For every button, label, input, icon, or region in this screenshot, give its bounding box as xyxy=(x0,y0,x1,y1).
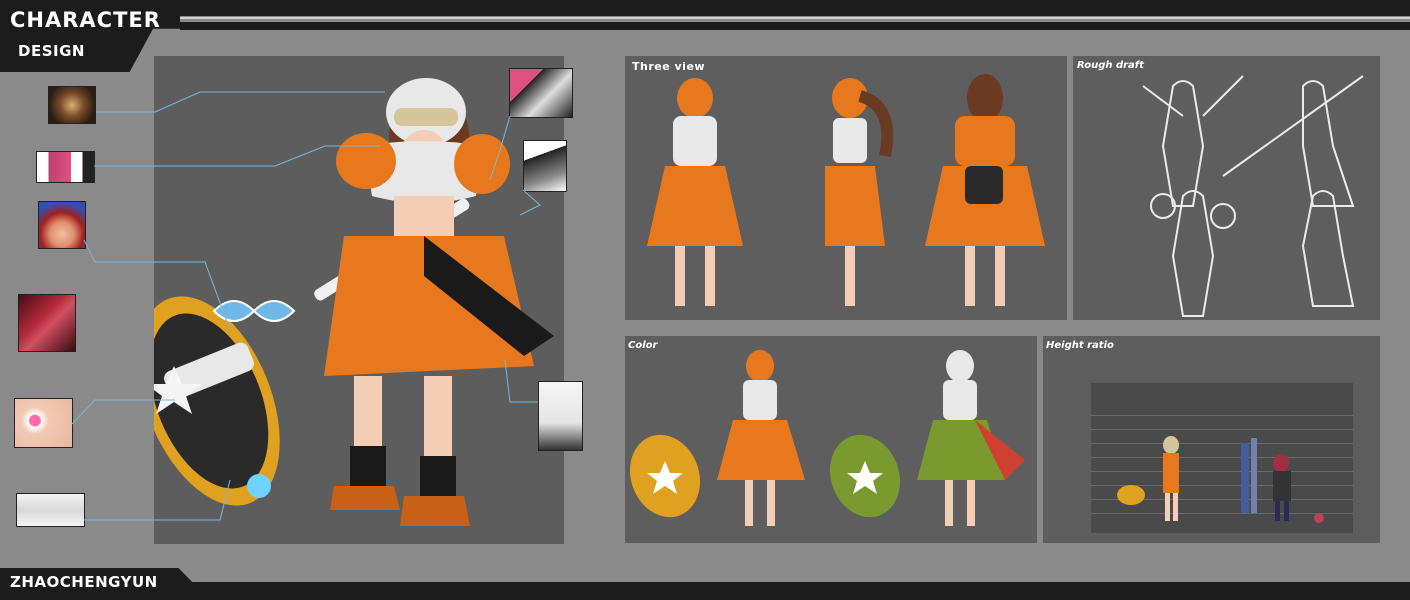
height-ratio-figures xyxy=(1117,436,1324,523)
bottom-bar xyxy=(0,582,1410,600)
height-ratio-chart xyxy=(1091,383,1353,533)
color-variant-green xyxy=(829,350,1025,526)
ratio-figure-companion xyxy=(1241,438,1324,523)
three-view-figures xyxy=(647,74,1045,306)
rough-draft-panel: Rough draft xyxy=(1073,56,1380,320)
ratio-figure-main xyxy=(1117,436,1179,521)
author-name: ZHAOCHENGYUN xyxy=(10,573,158,591)
front-view-figure xyxy=(647,78,743,306)
color-variants xyxy=(629,350,1025,526)
color-panel: Color xyxy=(625,336,1037,543)
side-view-figure xyxy=(825,78,894,306)
height-ratio-title: Height ratio xyxy=(1046,340,1114,351)
back-view-figure xyxy=(925,74,1045,306)
color-variant-orange xyxy=(629,350,805,526)
rough-draft-sketches xyxy=(1142,75,1364,317)
three-view-panel: Three view xyxy=(625,56,1067,320)
callout-lines xyxy=(71,91,541,521)
